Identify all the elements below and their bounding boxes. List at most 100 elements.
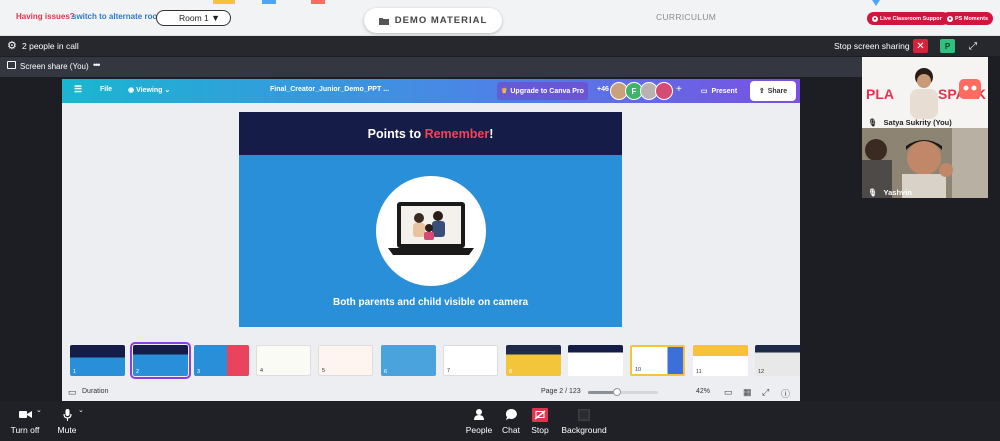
room-select[interactable]: Room 1 ▼ [156, 10, 231, 26]
live-support-button[interactable]: ● Live Classroom Support [867, 12, 949, 25]
zoom-slider[interactable] [588, 388, 658, 396]
thumbnail-number: 6 [384, 369, 388, 375]
thumbnail-number: 9 [571, 369, 575, 375]
present-label: Present [711, 87, 738, 95]
person-icon [474, 408, 484, 422]
avatar[interactable] [655, 82, 673, 100]
people-label: People [465, 424, 493, 435]
slide-thumbnail[interactable]: 4 [256, 345, 311, 376]
slide-title-highlight: Remember [424, 126, 490, 141]
indicator-triangle [872, 0, 880, 6]
microphone-icon [62, 408, 72, 422]
slide-thumbnail[interactable]: 12 [755, 345, 800, 376]
slide-thumbnail[interactable]: 5 [318, 345, 373, 376]
slide-title-text: Points to [367, 126, 425, 141]
upgrade-button[interactable]: ♛ Upgrade to Canva Pro [497, 82, 588, 100]
fullscreen-icon[interactable]: ⤢ [762, 387, 769, 398]
microphone-icon: 🎙 [868, 117, 878, 127]
slide-title-end: ! [489, 126, 494, 141]
collaborator-count[interactable]: +46 [597, 86, 609, 93]
call-header: ⚙ 2 people in call Stop screen sharing [0, 36, 1000, 56]
zoom-level: 42% [696, 388, 711, 395]
folder-icon [378, 17, 389, 25]
camera-options-chevron-icon[interactable]: ⌄ [36, 406, 42, 414]
stop-label: Stop [531, 424, 549, 435]
present-button[interactable]: ▭ Present [693, 82, 745, 100]
slide-thumbnail[interactable]: 9 [568, 345, 623, 376]
file-menu[interactable]: File [100, 86, 112, 93]
p-badge-button[interactable]: P [940, 39, 955, 53]
stop-screen-sharing-label: Stop screen sharing [834, 41, 910, 51]
duration-button[interactable]: Duration [82, 388, 108, 395]
expand-icon[interactable]: ⤢ [967, 39, 979, 53]
notes-icon[interactable]: ▭ [68, 387, 77, 398]
slide-thumbnail[interactable]: 8 [506, 345, 561, 376]
canva-footer: ▭ Duration Page 2 / 123 42% ▭ ▦ ⤢ ⓘ [62, 383, 800, 401]
chevron-down-icon: ⌄ [162, 87, 171, 94]
participant-name-bar: 🎙 Yashvin [862, 186, 988, 198]
slide-thumbnail[interactable]: 2 [130, 342, 191, 379]
participant-tile[interactable]: PLA SPARK 🎙 Satya Sukrity (You) [862, 57, 988, 128]
screen-share-label: Screen share (You) [20, 62, 89, 71]
help-icon[interactable]: ⓘ [781, 387, 790, 400]
background-label: Background [561, 424, 607, 435]
grid-view-icon[interactable]: ▦ [743, 387, 752, 398]
chat-bubble-icon [505, 408, 517, 422]
participant-name: Yashvin [883, 187, 912, 197]
upgrade-label: Upgrade to Canva Pro [510, 87, 584, 95]
slide-thumbnail[interactable]: 10 [630, 345, 685, 376]
demo-material-label: DEMO MATERIAL [394, 15, 488, 26]
participant-name-bar: 🎙 Satya Sukrity (You) [862, 116, 988, 128]
alternate-room-link[interactable]: switch to alternate room [72, 12, 164, 21]
support-icon: ● [872, 15, 878, 22]
curriculum-tab[interactable]: CURRICULUM [656, 12, 716, 22]
stop-share-button[interactable]: Stop [526, 401, 554, 441]
live-support-label: Live Classroom Support [880, 15, 944, 22]
add-collaborator-icon[interactable]: + [676, 84, 682, 95]
slide-thumbnail[interactable]: 1 [70, 345, 125, 376]
pages-view-icon[interactable]: ▭ [724, 387, 733, 398]
slide-illustration [376, 176, 486, 286]
slide-thumbnail[interactable]: 3 [194, 345, 249, 376]
people-count: 2 people in call [22, 41, 79, 51]
slide-thumbnail[interactable]: 6 [381, 345, 436, 376]
chat-label: Chat [502, 424, 520, 435]
ps-moments-button[interactable]: ● PS Moments [942, 12, 994, 25]
camera-icon [18, 408, 32, 422]
participant-name: Satya Sukrity (You) [883, 117, 952, 127]
screen-share-tab[interactable]: Screen share (You) ••• [0, 57, 862, 77]
thumbnail-number: 3 [197, 369, 201, 375]
moments-icon: ● [947, 15, 953, 22]
document-title[interactable]: Final_Creator_Junior_Demo_PPT ... [270, 86, 389, 93]
thumbnail-number: 4 [260, 368, 264, 374]
share-button[interactable]: ⇪ Share [750, 81, 796, 101]
zoom-slider-knob[interactable] [613, 388, 622, 396]
viewing-menu[interactable]: ◉ Viewing ⌄ [128, 86, 170, 94]
background-button[interactable]: Background [560, 401, 608, 441]
caret-down-icon: ▼ [211, 13, 220, 23]
demo-material-button[interactable]: DEMO MATERIAL [364, 8, 502, 33]
mic-options-chevron-icon[interactable]: ⌄ [78, 406, 84, 414]
laptop-family-illustration [388, 202, 474, 255]
call-toolbar: Turn off Mute People Chat Stop Backgroun… [0, 401, 1000, 441]
menu-icon[interactable]: ☰ [74, 84, 82, 95]
participant-tile[interactable]: 🎙 Yashvin [862, 128, 988, 198]
thumbnail-number: 1 [73, 369, 77, 375]
gear-icon[interactable]: ⚙ [7, 39, 17, 52]
microphone-icon: 🎙 [868, 187, 878, 197]
slide-thumbnails: 1 2 3 4 5 6 7 8 9 10 11 12 [62, 341, 800, 379]
chat-button[interactable]: Chat [498, 401, 524, 441]
slide-thumbnail[interactable]: 11 [693, 345, 748, 376]
stop-sharing-button[interactable]: ✕ [913, 39, 928, 53]
mute-label: Mute [57, 424, 77, 435]
people-button[interactable]: People [462, 401, 496, 441]
camera-toggle-label: Turn off [10, 424, 40, 435]
top-bar: Having issues? switch to alternate room … [0, 0, 1000, 36]
slide-thumbnail[interactable]: 7 [443, 345, 498, 376]
background-icon [578, 408, 590, 422]
more-options-icon[interactable]: ••• [93, 60, 101, 70]
thumbnail-number: 5 [322, 368, 326, 374]
viewing-label: Viewing [136, 87, 163, 94]
thumbnail-number: 2 [136, 369, 140, 375]
slide-caption: Both parents and child visible on camera [332, 297, 529, 308]
